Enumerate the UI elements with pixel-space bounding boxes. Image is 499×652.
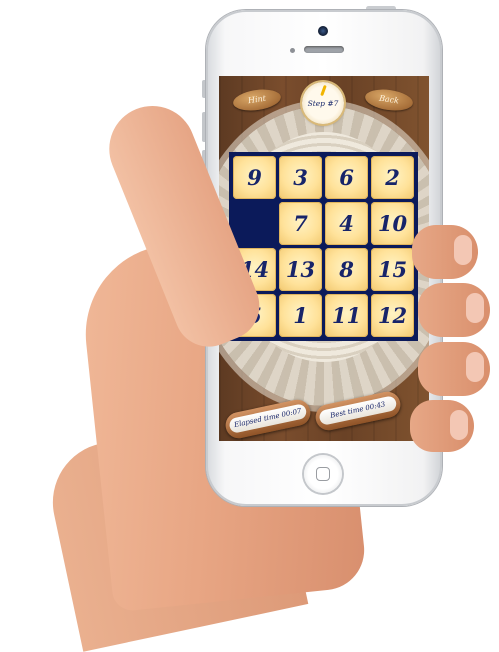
puzzle-tile[interactable]: 1 bbox=[279, 294, 322, 337]
puzzle-tile[interactable]: 4 bbox=[325, 202, 368, 245]
hand-finger-little bbox=[410, 400, 474, 452]
puzzle-tile[interactable]: 13 bbox=[279, 248, 322, 291]
empty-slot bbox=[233, 202, 276, 245]
puzzle-tile[interactable]: 9 bbox=[233, 156, 276, 199]
elapsed-time-plaque: Elapsed time 00:07 bbox=[223, 397, 313, 441]
home-square-icon bbox=[316, 467, 330, 481]
puzzle-tile[interactable]: 8 bbox=[325, 248, 368, 291]
proximity-sensor bbox=[290, 48, 295, 53]
hand-finger-ring bbox=[418, 342, 490, 396]
puzzle-tile[interactable]: 2 bbox=[371, 156, 414, 199]
game-screen: Hint Step #7 Back 936274101413815511112 … bbox=[219, 76, 429, 441]
hint-button[interactable]: Hint bbox=[231, 86, 283, 114]
hand-finger-index bbox=[412, 225, 478, 279]
step-counter-badge: Step #7 bbox=[302, 82, 344, 124]
puzzle-tile[interactable]: 12 bbox=[371, 294, 414, 337]
back-button[interactable]: Back bbox=[363, 86, 415, 114]
puzzle-tile[interactable]: 3 bbox=[279, 156, 322, 199]
front-camera-icon bbox=[318, 26, 328, 36]
puzzle-tile[interactable]: 11 bbox=[325, 294, 368, 337]
earpiece-speaker bbox=[304, 46, 344, 53]
clock-hand-icon bbox=[320, 84, 327, 97]
puzzle-tile[interactable]: 15 bbox=[371, 248, 414, 291]
elapsed-time-label: Elapsed time 00:07 bbox=[228, 403, 308, 434]
puzzle-tile[interactable]: 6 bbox=[325, 156, 368, 199]
hand-finger-middle bbox=[418, 283, 490, 337]
puzzle-tile[interactable]: 10 bbox=[371, 202, 414, 245]
step-counter-label: Step #7 bbox=[307, 99, 339, 108]
puzzle-tile[interactable]: 7 bbox=[279, 202, 322, 245]
